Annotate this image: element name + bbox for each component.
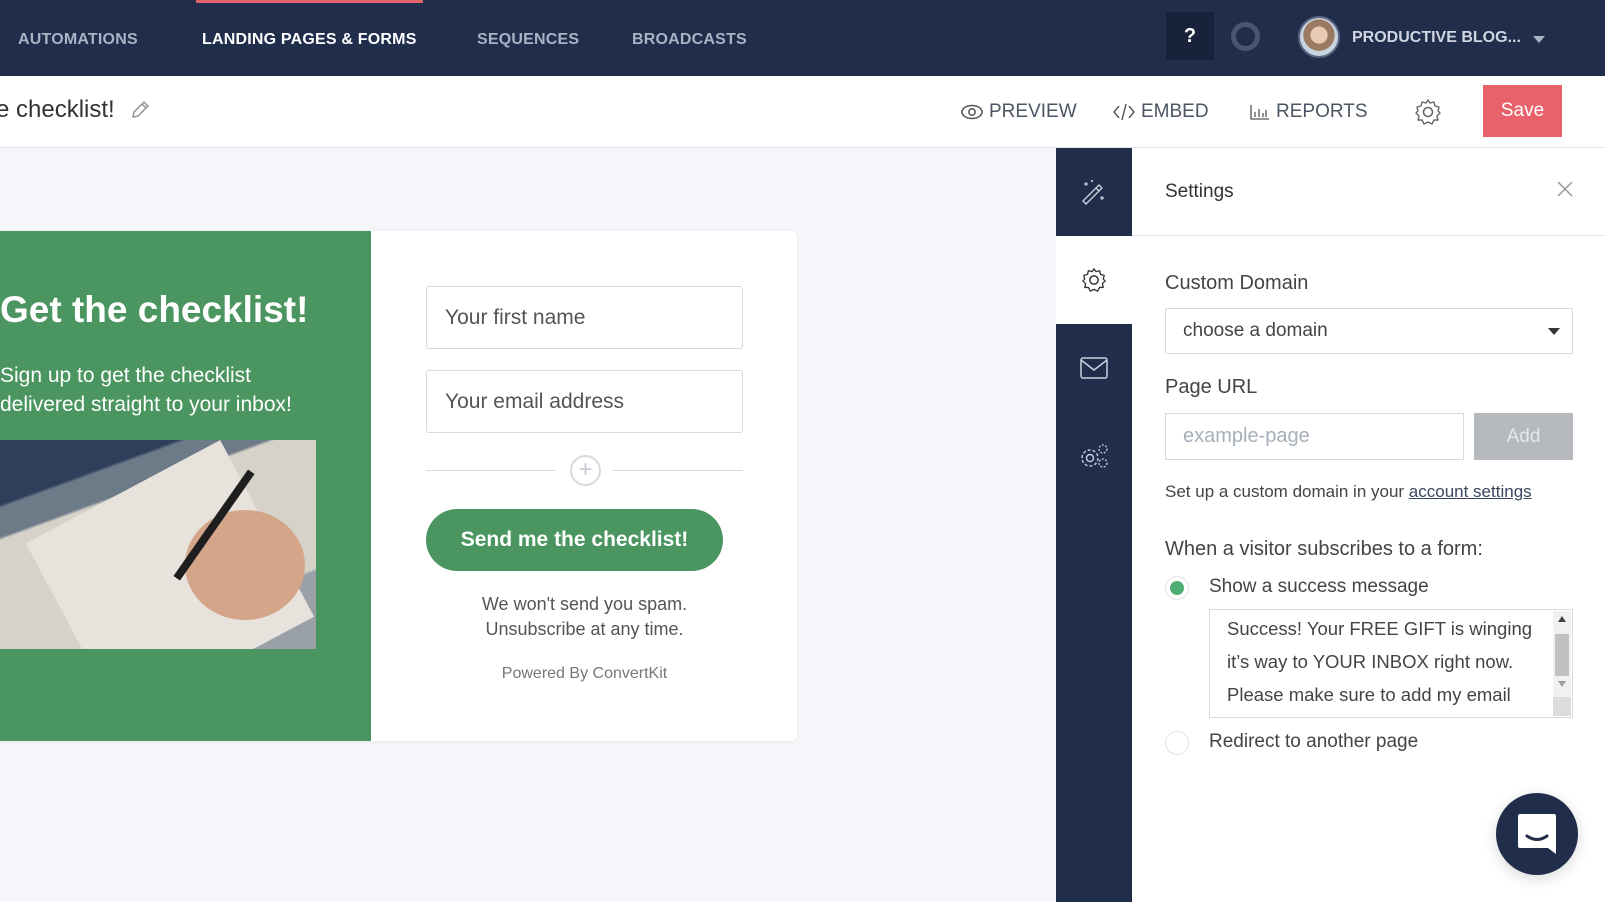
- gear-icon: [1082, 268, 1106, 292]
- landing-page-preview: Get the checklist! Sign up to get the ch…: [0, 231, 797, 741]
- help-button[interactable]: ?: [1166, 12, 1214, 60]
- nav-landing-pages-forms[interactable]: LANDING PAGES & FORMS: [196, 0, 423, 76]
- subheadline[interactable]: Sign up to get the checklist delivered s…: [0, 361, 330, 419]
- rail-advanced-tab[interactable]: [1056, 412, 1132, 500]
- subscribe-button[interactable]: Send me the checklist!: [426, 509, 723, 571]
- reports-label: REPORTS: [1276, 101, 1368, 122]
- preview-label: PREVIEW: [989, 101, 1077, 122]
- radio-success-message[interactable]: [1165, 576, 1189, 600]
- spam-notice-line1: We won't send you spam.: [481, 594, 688, 614]
- pencil-icon[interactable]: [130, 100, 150, 120]
- plus-icon: +: [578, 456, 593, 483]
- chat-launcher-button[interactable]: [1496, 793, 1578, 875]
- nav-sequences[interactable]: SEQUENCES: [477, 0, 579, 76]
- ring-icon[interactable]: [1231, 22, 1260, 51]
- first-name-field[interactable]: Your first name: [426, 286, 743, 349]
- scroll-up-icon[interactable]: [1558, 616, 1566, 622]
- panel-title: Settings: [1165, 181, 1234, 202]
- page-title: e checklist!: [0, 96, 115, 123]
- page-url-label: Page URL: [1165, 376, 1258, 398]
- divider-line: [612, 470, 743, 471]
- editor-canvas: Get the checklist! Sign up to get the ch…: [0, 148, 1056, 902]
- rail-design-tab[interactable]: [1056, 148, 1132, 236]
- rail-email-tab[interactable]: [1056, 324, 1132, 412]
- add-url-button[interactable]: Add: [1474, 413, 1573, 460]
- eye-icon: [961, 104, 983, 120]
- textarea-scrollbar[interactable]: [1553, 611, 1571, 716]
- add-field-button[interactable]: +: [570, 455, 601, 486]
- magic-wand-icon: [1082, 180, 1104, 205]
- spam-notice-line2: Unsubscribe at any time.: [485, 619, 684, 639]
- code-icon: [1113, 103, 1135, 121]
- caret-down-icon: [1548, 328, 1560, 335]
- gears-icon: [1081, 444, 1108, 468]
- preview-button[interactable]: PREVIEW: [961, 76, 1077, 148]
- scroll-thumb[interactable]: [1555, 634, 1569, 676]
- powered-by[interactable]: Powered By ConvertKit: [426, 665, 743, 683]
- success-message-textarea[interactable]: Success! Your FREE GIFT is winging it’s …: [1209, 609, 1573, 718]
- settings-panel: Settings Custom Domain choose a domain P…: [1132, 148, 1605, 902]
- checklist-image[interactable]: [0, 440, 316, 649]
- bar-chart-icon: [1250, 105, 1269, 120]
- help-text: Set up a custom domain in your: [1165, 482, 1409, 501]
- editor-toolbar: e checklist! PREVIEW EMBED REPORTS Save: [0, 76, 1605, 148]
- success-message-text: Success! Your FREE GIFT is winging it’s …: [1227, 618, 1533, 705]
- gear-icon[interactable]: [1414, 98, 1442, 126]
- embed-label: EMBED: [1141, 101, 1209, 122]
- caret-down-icon[interactable]: [1533, 36, 1545, 43]
- envelope-icon: [1080, 357, 1108, 379]
- reports-button[interactable]: REPORTS: [1250, 76, 1368, 148]
- subscribe-behavior-label: When a visitor subscribes to a form:: [1165, 538, 1483, 560]
- panel-header: Settings: [1132, 148, 1605, 236]
- hero-panel: Get the checklist! Sign up to get the ch…: [0, 231, 371, 741]
- save-button[interactable]: Save: [1483, 85, 1562, 137]
- page-url-input[interactable]: example-page: [1165, 413, 1464, 460]
- nav-broadcasts[interactable]: BROADCASTS: [632, 0, 747, 76]
- close-icon[interactable]: [1556, 180, 1574, 198]
- question-icon: ?: [1183, 25, 1197, 47]
- settings-rail: [1056, 148, 1132, 902]
- radio-redirect[interactable]: [1165, 731, 1189, 755]
- custom-domain-help: Set up a custom domain in your account s…: [1165, 482, 1532, 502]
- account-settings-link[interactable]: account settings: [1409, 482, 1532, 501]
- chat-bubble-icon: [1518, 814, 1556, 854]
- domain-select[interactable]: choose a domain: [1165, 308, 1573, 354]
- redirect-option-label[interactable]: Redirect to another page: [1209, 731, 1418, 753]
- custom-domain-label: Custom Domain: [1165, 272, 1309, 294]
- hand-graphic: [185, 510, 305, 620]
- scroll-down-icon[interactable]: [1558, 681, 1566, 687]
- resize-grip-icon[interactable]: [1553, 697, 1571, 716]
- success-message-option-label[interactable]: Show a success message: [1209, 576, 1429, 598]
- email-field[interactable]: Your email address: [426, 370, 743, 433]
- divider-line: [426, 470, 556, 471]
- top-navigation: AUTOMATIONS LANDING PAGES & FORMS SEQUEN…: [0, 0, 1605, 76]
- nav-automations[interactable]: AUTOMATIONS: [18, 0, 138, 76]
- account-menu[interactable]: PRODUCTIVE BLOG...: [1352, 0, 1521, 76]
- embed-button[interactable]: EMBED: [1113, 76, 1209, 148]
- headline[interactable]: Get the checklist!: [0, 289, 308, 331]
- domain-select-value: choose a domain: [1183, 320, 1328, 341]
- rail-settings-tab[interactable]: [1056, 236, 1132, 324]
- user-avatar[interactable]: [1298, 16, 1340, 58]
